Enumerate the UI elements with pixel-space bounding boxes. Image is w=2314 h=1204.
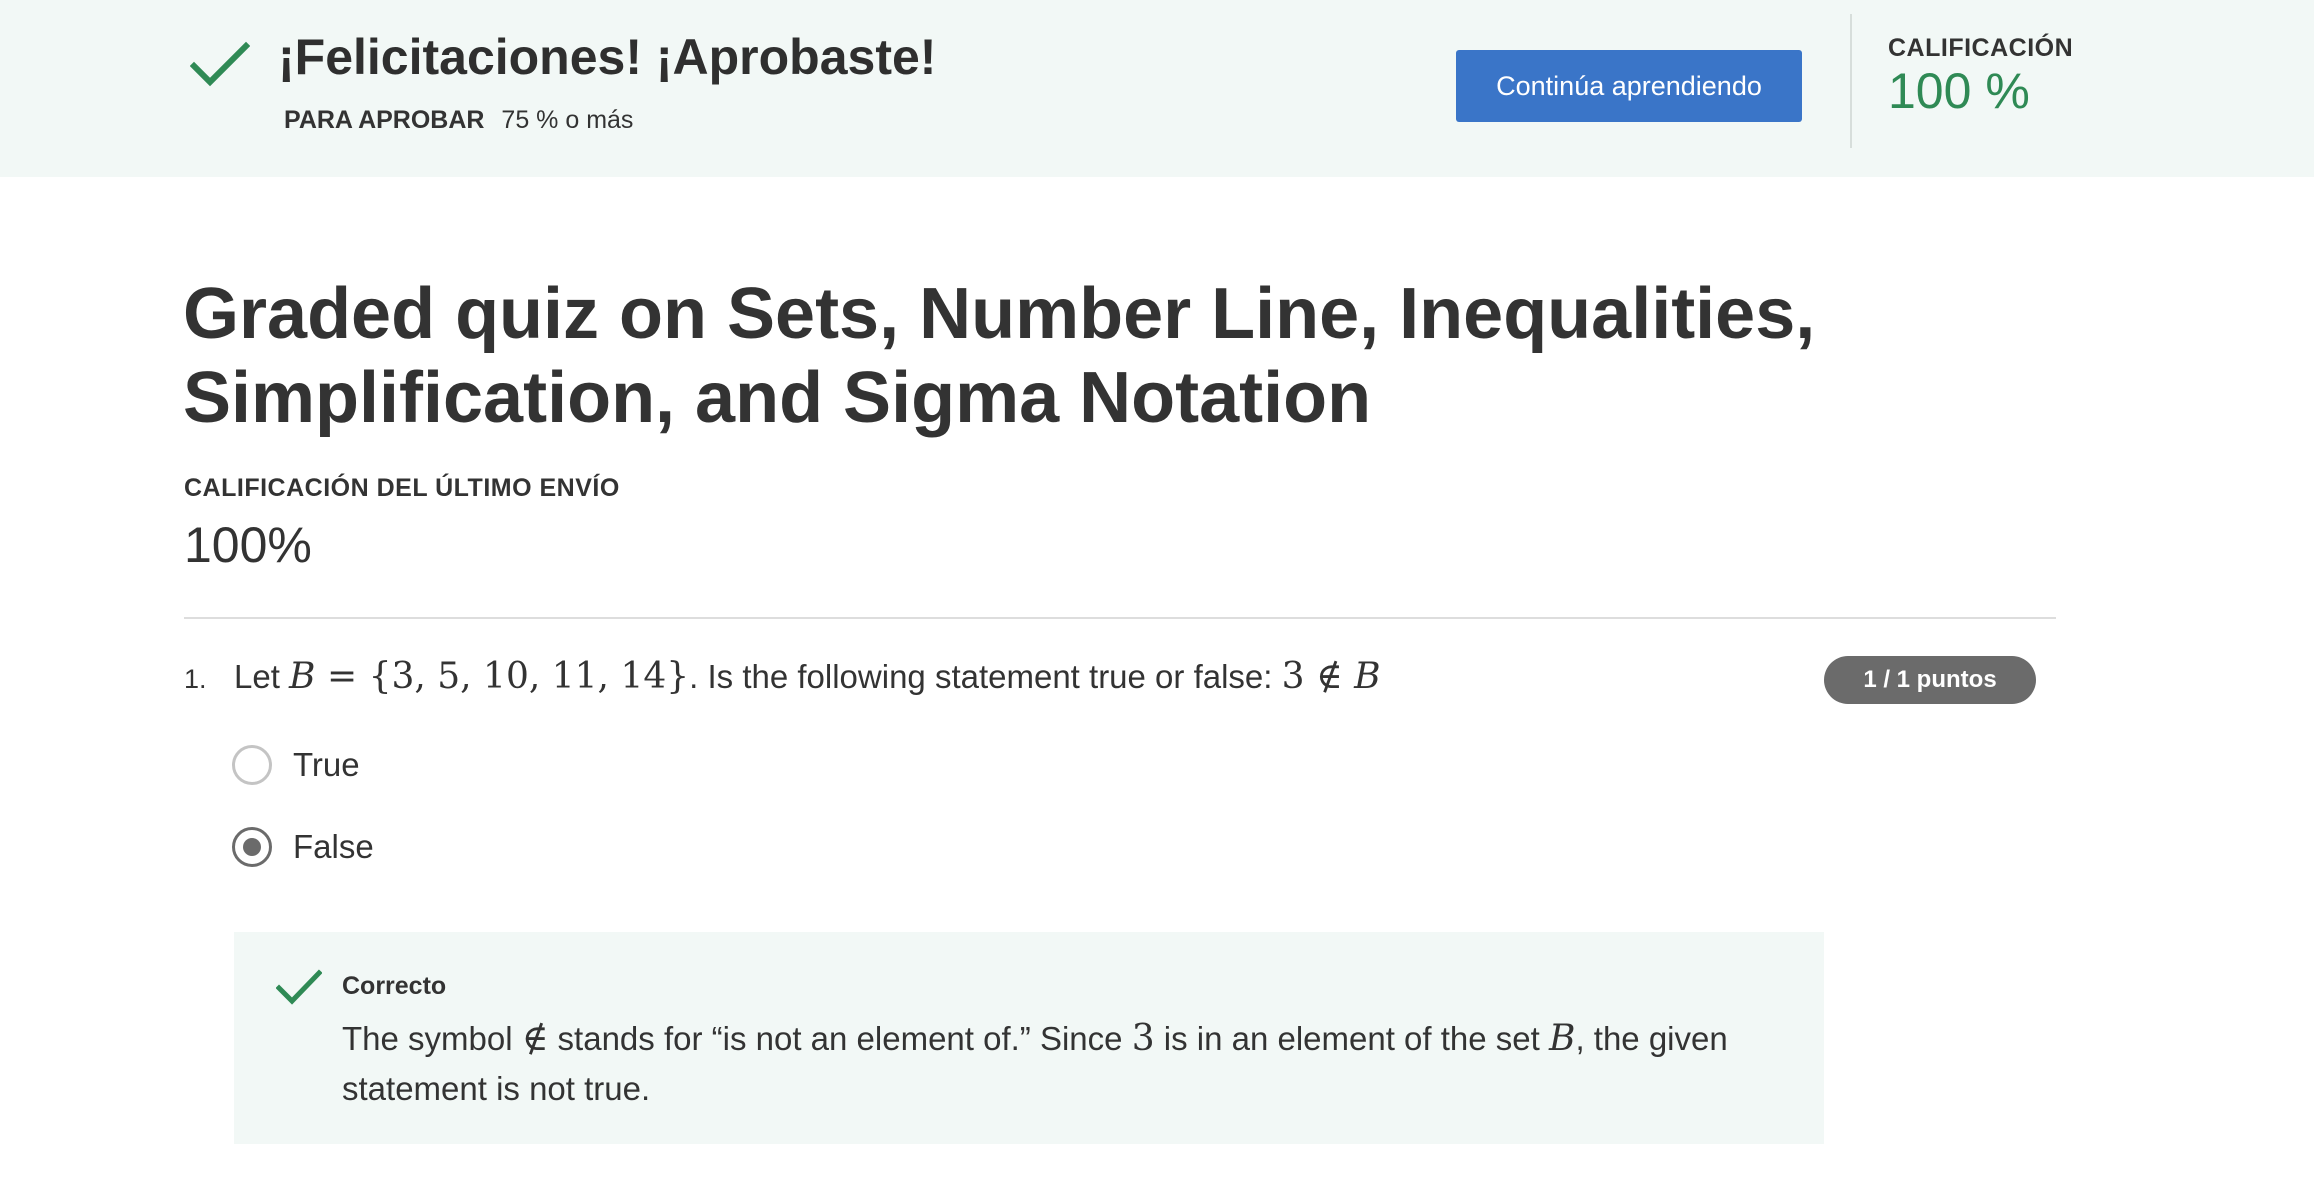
check-icon	[190, 41, 250, 87]
math-var: B	[1354, 656, 1381, 697]
option-label: False	[293, 828, 374, 865]
math-expression: B = {3, 5, 10, 11, 14}	[289, 656, 689, 697]
feedback-box: Correcto The symbol ∉ stands for “is not…	[234, 932, 1824, 1144]
banner-title: ¡Felicitaciones! ¡Aprobaste!	[278, 29, 937, 85]
feedback-text-part: The symbol	[342, 1020, 522, 1057]
question-text-part: . Is the following statement true or fal…	[689, 658, 1282, 695]
radio-checked-icon[interactable]	[232, 827, 272, 867]
divider	[1850, 14, 1852, 148]
math-symbol: ∉	[521, 1018, 549, 1059]
question-text: Let B = {3, 5, 10, 11, 14}. Is the follo…	[234, 656, 1381, 697]
grade-value: 100 %	[1888, 63, 2030, 119]
radio-unchecked-icon[interactable]	[232, 745, 272, 785]
question-number: 1.	[184, 664, 207, 694]
math-symbol: ∉	[1304, 656, 1355, 697]
option-label: True	[293, 746, 360, 783]
option-true[interactable]: True	[232, 745, 360, 785]
pass-requirement: PARA APROBAR 75 % o más	[284, 106, 633, 135]
option-false[interactable]: False	[232, 827, 374, 867]
math-num: 3	[1131, 1018, 1155, 1059]
feedback-text: The symbol ∉ stands for “is not an eleme…	[342, 1014, 1792, 1114]
math-set: = {3, 5, 10, 11, 14}	[315, 656, 690, 697]
feedback-label: Correcto	[342, 972, 447, 1000]
math-var: B	[1548, 1018, 1576, 1059]
continue-learning-button[interactable]: Continúa aprendiendo	[1456, 50, 1802, 122]
math-var: B	[289, 656, 316, 697]
question-text-part: Let	[234, 658, 290, 695]
last-submission-grade-label: CALIFICACIÓN DEL ÚLTIMO ENVÍO	[184, 474, 620, 502]
page-title: Graded quiz on Sets, Number Line, Inequa…	[183, 274, 1816, 438]
pass-banner: ¡Felicitaciones! ¡Aprobaste! PARA APROBA…	[0, 0, 2314, 177]
last-submission-grade-value: 100%	[184, 517, 312, 573]
math-expression: 3 ∉ B	[1282, 656, 1381, 697]
pass-label: PARA APROBAR	[284, 106, 485, 134]
grade-label: CALIFICACIÓN	[1888, 34, 2074, 62]
feedback-text-part: is in an element of the set	[1154, 1020, 1549, 1057]
divider	[184, 617, 2056, 619]
math-num: 3	[1281, 656, 1305, 697]
check-icon	[276, 969, 322, 1005]
points-badge: 1 / 1 puntos	[1824, 656, 2036, 704]
pass-value: 75 % o más	[501, 106, 634, 134]
feedback-text-part: stands for “is not an element of.” Since	[548, 1020, 1132, 1057]
